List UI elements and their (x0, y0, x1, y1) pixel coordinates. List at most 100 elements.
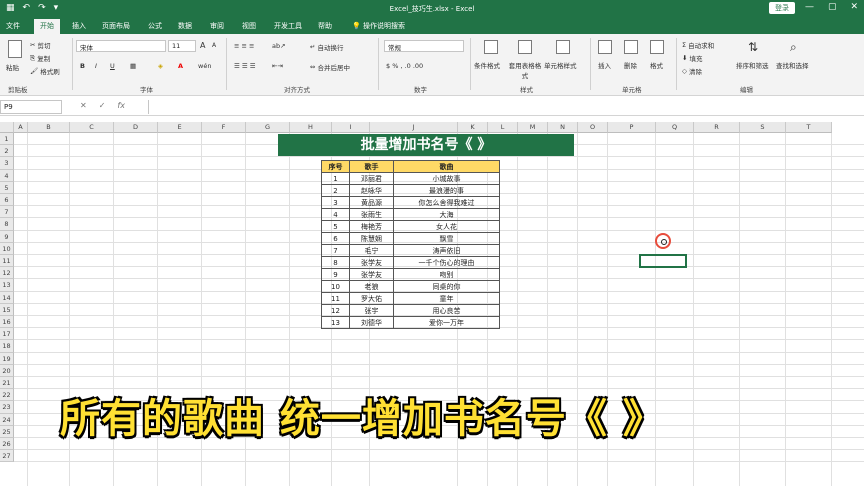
find-select-button[interactable]: 查找和选择 (776, 60, 809, 70)
cell-song[interactable]: 一千个伤心的理由 (393, 256, 500, 269)
cell-index[interactable]: 11 (321, 292, 350, 305)
column-header-j[interactable]: J (370, 122, 458, 133)
maximize-icon[interactable]: ▢ (828, 2, 837, 12)
cell-singer[interactable]: 老狼 (349, 280, 394, 293)
cell-song[interactable]: 女人花 (393, 220, 500, 233)
indent-icon[interactable]: ⇤⇥ (272, 62, 283, 70)
select-all-corner[interactable] (0, 122, 14, 133)
format-cells-button[interactable]: 格式 (650, 60, 663, 70)
row-header-27[interactable]: 27 (0, 450, 14, 463)
column-header-h[interactable]: H (290, 122, 332, 133)
cell-index[interactable]: 4 (321, 208, 350, 221)
cell-song[interactable]: 飘雪 (393, 232, 500, 245)
close-icon[interactable]: ✕ (850, 2, 858, 12)
border-icon[interactable]: ▦ (130, 62, 136, 70)
tab-data[interactable]: 数据 (178, 21, 192, 31)
delete-cells-icon[interactable] (624, 40, 638, 54)
row-header-1[interactable]: 1 (0, 133, 14, 146)
cut-button[interactable]: ✂ 剪切 (30, 40, 50, 50)
row-header-19[interactable]: 19 (0, 352, 14, 365)
wrap-text-button[interactable]: ↵ 自动换行 (310, 42, 343, 52)
column-header-t[interactable]: T (786, 122, 832, 133)
row-header-18[interactable]: 18 (0, 340, 14, 353)
tab-formulas[interactable]: 公式 (148, 21, 162, 31)
cell-singer[interactable]: 刘德华 (349, 316, 394, 329)
cell-song[interactable]: 最浪漫的事 (393, 184, 500, 197)
column-header-e[interactable]: E (158, 122, 202, 133)
tab-help[interactable]: 帮助 (318, 21, 332, 31)
cell-index[interactable]: 9 (321, 268, 350, 281)
row-header-11[interactable]: 11 (0, 255, 14, 268)
find-select-icon[interactable]: ⌕ (790, 40, 797, 55)
cell-song[interactable]: 你怎么舍得我难过 (393, 196, 500, 209)
format-table-button[interactable]: 套用表格格式 (508, 60, 542, 80)
row-header-13[interactable]: 13 (0, 279, 14, 292)
confirm-entry-icon[interactable]: ✓ (99, 101, 106, 110)
cell-index[interactable]: 13 (321, 316, 350, 329)
row-header-14[interactable]: 14 (0, 291, 14, 304)
column-header-i[interactable]: I (332, 122, 370, 133)
column-header-r[interactable]: R (694, 122, 740, 133)
tab-insert[interactable]: 插入 (72, 21, 86, 31)
cell-singer[interactable]: 张宇 (349, 304, 394, 317)
cell-singer[interactable]: 黄品源 (349, 196, 394, 209)
tab-home[interactable]: 开始 (34, 19, 60, 34)
row-header-20[interactable]: 20 (0, 364, 14, 377)
grow-font-button[interactable]: A (200, 41, 205, 50)
clear-button[interactable]: ◇ 清除 (682, 66, 702, 76)
delete-cells-button[interactable]: 删除 (624, 60, 637, 70)
column-header-l[interactable]: L (488, 122, 518, 133)
column-header-o[interactable]: O (578, 122, 608, 133)
tab-review[interactable]: 审阅 (210, 21, 224, 31)
column-header-c[interactable]: C (70, 122, 114, 133)
sort-filter-button[interactable]: 排序和筛选 (736, 60, 769, 70)
orientation-icon[interactable]: ab↗ (272, 42, 286, 50)
font-color-icon[interactable]: A (178, 62, 183, 70)
cell-singer[interactable]: 张学友 (349, 256, 394, 269)
row-header-22[interactable]: 22 (0, 389, 14, 402)
row-header-16[interactable]: 16 (0, 316, 14, 329)
column-header-f[interactable]: F (202, 122, 246, 133)
header-index[interactable]: 序号 (321, 160, 350, 173)
column-header-d[interactable]: D (114, 122, 158, 133)
row-header-8[interactable]: 8 (0, 218, 14, 231)
tab-view[interactable]: 视图 (242, 21, 256, 31)
conditional-format-icon[interactable] (484, 40, 498, 54)
conditional-format-button[interactable]: 条件格式 (474, 60, 500, 70)
cell-index[interactable]: 7 (321, 244, 350, 257)
tab-developer[interactable]: 开发工具 (274, 21, 302, 31)
shrink-font-button[interactable]: A (212, 42, 216, 49)
cell-index[interactable]: 1 (321, 172, 350, 185)
cell-index[interactable]: 3 (321, 196, 350, 209)
copy-button[interactable]: ⎘ 复制 (30, 53, 50, 64)
row-header-23[interactable]: 23 (0, 401, 14, 414)
sort-filter-icon[interactable]: ⇅ (748, 40, 758, 54)
row-header-9[interactable]: 9 (0, 230, 14, 243)
row-header-2[interactable]: 2 (0, 145, 14, 158)
cell-song[interactable]: 童年 (393, 292, 500, 305)
column-header-k[interactable]: K (458, 122, 488, 133)
cell-singer[interactable]: 邓丽君 (349, 172, 394, 185)
merge-center-button[interactable]: ⇔ 合并后居中 (310, 62, 350, 72)
fill-button[interactable]: ⬇ 填充 (682, 53, 702, 63)
header-song[interactable]: 歌曲 (393, 160, 500, 173)
row-header-24[interactable]: 24 (0, 413, 14, 426)
cell-index[interactable]: 2 (321, 184, 350, 197)
tab-page-layout[interactable]: 页面布局 (102, 21, 130, 31)
cell-styles-icon[interactable] (556, 40, 570, 54)
format-painter-button[interactable]: 🖌 格式刷 (30, 66, 60, 76)
row-header-5[interactable]: 5 (0, 181, 14, 194)
font-size-select[interactable]: 11 (168, 40, 196, 52)
paste-button-label[interactable]: 粘贴 (6, 62, 19, 72)
row-header-4[interactable]: 4 (0, 169, 14, 182)
cell-index[interactable]: 10 (321, 280, 350, 293)
format-table-icon[interactable] (518, 40, 532, 54)
underline-button[interactable]: U (110, 62, 115, 70)
bold-button[interactable]: B (80, 62, 85, 70)
column-header-s[interactable]: S (740, 122, 786, 133)
row-header-17[interactable]: 17 (0, 328, 14, 341)
cell-index[interactable]: 5 (321, 220, 350, 233)
row-header-6[interactable]: 6 (0, 194, 14, 207)
selected-cell[interactable] (639, 254, 687, 268)
autosum-button[interactable]: Σ 自动求和 (682, 40, 714, 50)
